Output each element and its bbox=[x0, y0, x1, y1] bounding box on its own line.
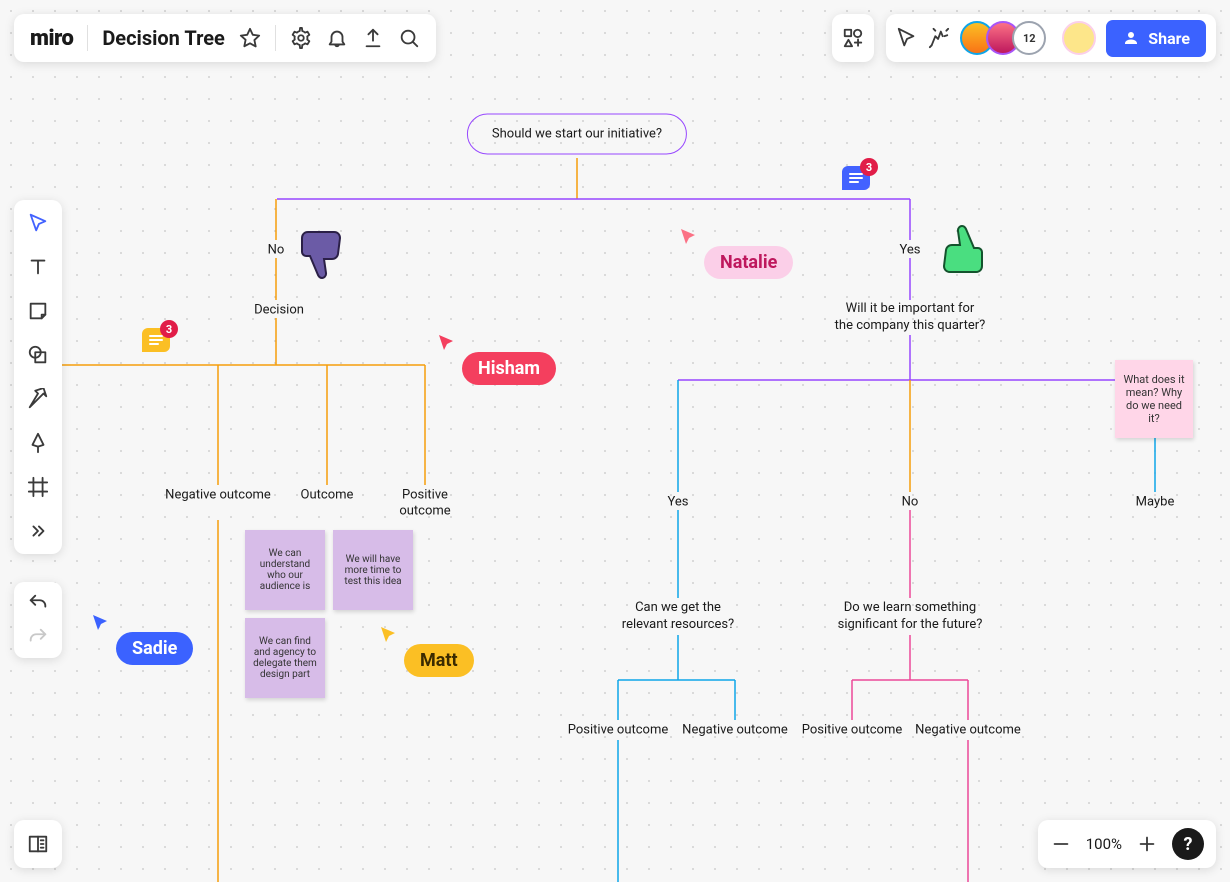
apps-button[interactable] bbox=[832, 14, 874, 62]
learn-node[interactable]: Do we learn something significant for th… bbox=[838, 600, 983, 634]
neg-outcome2[interactable]: Negative outcome bbox=[682, 723, 788, 738]
pos-outcome2[interactable]: Positive outcome bbox=[568, 723, 669, 738]
cursor-icon[interactable] bbox=[896, 27, 918, 49]
frame-tool-icon[interactable] bbox=[25, 474, 51, 500]
share-label: Share bbox=[1148, 29, 1190, 48]
cursor-natalie: Natalie bbox=[680, 228, 793, 279]
root-node[interactable]: Should we start our initiative? bbox=[467, 114, 687, 155]
branch-yes[interactable]: Yes bbox=[900, 243, 921, 258]
branch-no[interactable]: No bbox=[268, 243, 285, 258]
cursor-hisham: Hisham bbox=[438, 334, 556, 385]
neg-outcome3[interactable]: Negative outcome bbox=[915, 723, 1021, 738]
thumbs-up-icon bbox=[932, 220, 984, 280]
current-user-avatar[interactable] bbox=[1062, 21, 1096, 55]
collab-panel: 12 Share bbox=[886, 14, 1216, 62]
zoom-in-icon[interactable] bbox=[1136, 833, 1158, 855]
zoom-out-icon[interactable] bbox=[1050, 833, 1072, 855]
important-node[interactable]: Will it be important for the company thi… bbox=[835, 301, 986, 335]
settings-icon[interactable] bbox=[290, 27, 312, 49]
neg-outcome[interactable]: Negative outcome bbox=[165, 488, 271, 503]
redo-icon[interactable] bbox=[27, 626, 49, 648]
share-button[interactable]: Share bbox=[1106, 20, 1206, 57]
zoom-level[interactable]: 100% bbox=[1086, 835, 1122, 853]
board-title[interactable]: Decision Tree bbox=[102, 26, 225, 50]
outcome[interactable]: Outcome bbox=[301, 488, 354, 503]
sticky-s4[interactable]: What does it mean? Why do we need it? bbox=[1115, 360, 1193, 438]
frames-icon bbox=[27, 833, 49, 855]
star-icon[interactable] bbox=[239, 27, 261, 49]
comment-count-2: 3 bbox=[160, 320, 178, 338]
more-tools-icon[interactable] bbox=[25, 518, 51, 544]
left-toolbar bbox=[14, 200, 62, 554]
export-icon[interactable] bbox=[362, 27, 384, 49]
zoom-bar: 100% ? bbox=[1038, 820, 1216, 868]
frames-button[interactable] bbox=[14, 820, 62, 868]
thumbs-down-icon bbox=[300, 228, 350, 286]
pos-outcome3[interactable]: Positive outcome bbox=[802, 723, 903, 738]
undo-redo-panel bbox=[14, 582, 62, 658]
title-bar: miro Decision Tree bbox=[14, 14, 436, 62]
avatar-overflow: 12 bbox=[1012, 21, 1046, 55]
undo-icon[interactable] bbox=[27, 592, 49, 614]
cursor-sadie: Sadie bbox=[92, 614, 193, 665]
shape-tool-icon[interactable] bbox=[25, 342, 51, 368]
reactions-icon[interactable] bbox=[928, 27, 950, 49]
comment-bubble-2[interactable]: 3 bbox=[142, 328, 170, 352]
collaborator-avatars[interactable]: 12 bbox=[960, 21, 1046, 55]
sticky-s3[interactable]: We can find and agency to delegate them … bbox=[245, 618, 325, 698]
sticky-s1[interactable]: We can understand who our audience is bbox=[245, 530, 325, 610]
help-button[interactable]: ? bbox=[1172, 828, 1204, 860]
select-tool-icon[interactable] bbox=[25, 210, 51, 236]
branch-no2[interactable]: No bbox=[902, 495, 919, 510]
sticky-tool-icon[interactable] bbox=[25, 298, 51, 324]
resources-node[interactable]: Can we get the relevant resources? bbox=[622, 600, 734, 634]
line-tool-icon[interactable] bbox=[25, 386, 51, 412]
app-logo[interactable]: miro bbox=[30, 26, 73, 51]
comment-bubble-1[interactable]: 3 bbox=[842, 166, 870, 190]
apps-icon bbox=[842, 27, 864, 49]
text-tool-icon[interactable] bbox=[25, 254, 51, 280]
pen-tool-icon[interactable] bbox=[25, 430, 51, 456]
bell-icon[interactable] bbox=[326, 27, 348, 49]
search-icon[interactable] bbox=[398, 27, 420, 49]
pos-outcome[interactable]: Positive outcome bbox=[399, 487, 450, 518]
comment-count-1: 3 bbox=[860, 158, 878, 176]
branch-yes2[interactable]: Yes bbox=[668, 495, 689, 510]
decision-node[interactable]: Decision bbox=[254, 303, 304, 318]
cursor-matt: Matt bbox=[380, 626, 474, 677]
branch-maybe[interactable]: Maybe bbox=[1136, 495, 1175, 510]
sticky-s2[interactable]: We will have more time to test this idea bbox=[333, 530, 413, 610]
